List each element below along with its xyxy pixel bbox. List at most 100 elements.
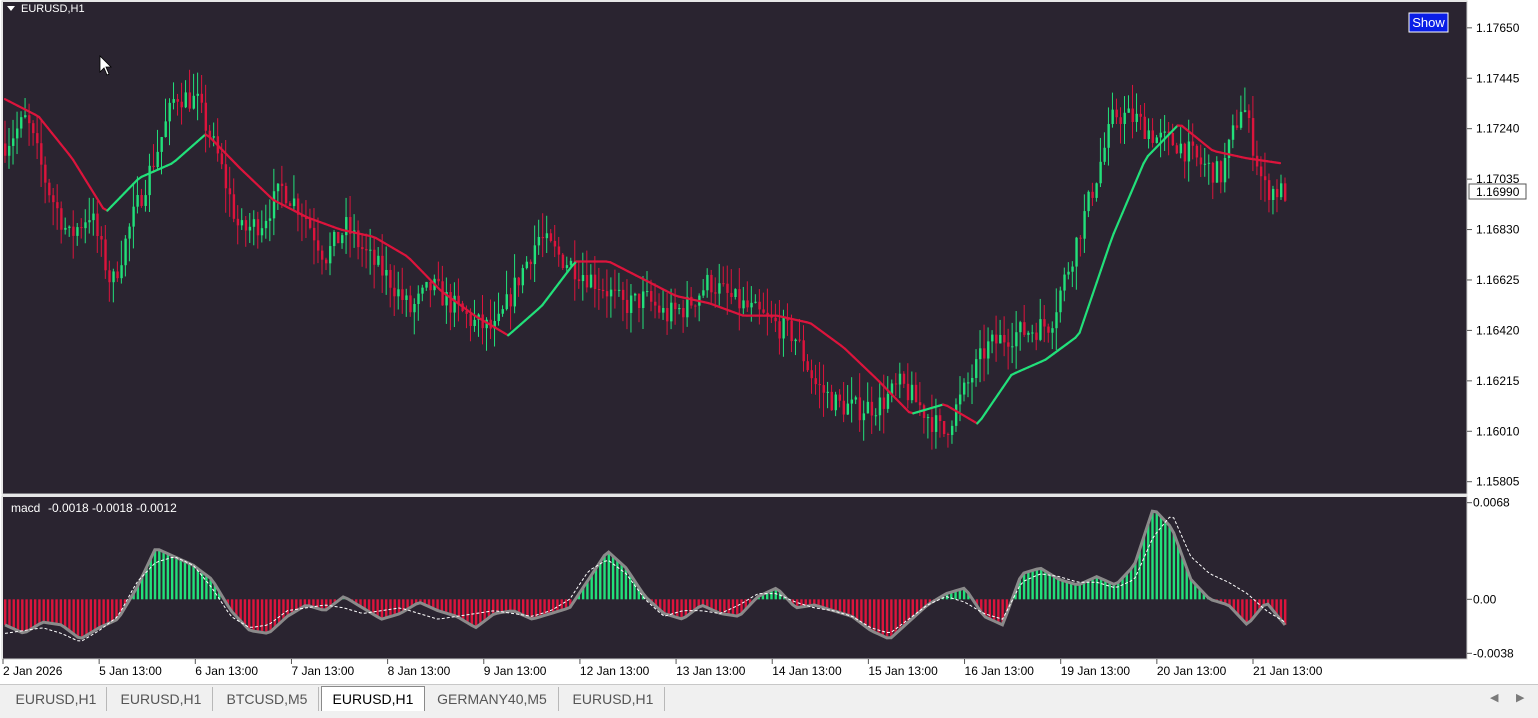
candle-body [1075,238,1077,267]
tab-eurusd-h1-active[interactable]: EURUSD,H1 [321,686,425,711]
scroll-right-icon[interactable]: ▶ [1516,691,1524,704]
candle-body [722,283,724,284]
macd-bar [394,599,396,615]
candle-body [847,404,849,415]
candle-body [987,341,989,358]
candle-body [514,278,516,307]
candle-body [1087,192,1089,211]
scroll-left-icon[interactable]: ◀ [1490,691,1498,704]
candle-body [991,335,993,342]
macd-bar [1151,511,1153,599]
show-button[interactable]: Show [1409,13,1448,32]
tab-eurusd-h1-2[interactable]: EURUSD,H1 [110,687,213,711]
candle-body [68,227,70,228]
macd-bar [1079,584,1081,599]
candle-body [935,415,937,432]
macd-bar [835,599,837,611]
macd-bar [175,558,177,600]
macd-bar [989,599,991,619]
time-tick-label: 15 Jan 13:00 [868,664,938,678]
candle-body [373,250,375,265]
macd-bar [13,599,15,628]
candle-body [1164,132,1166,133]
macd-bar [381,599,383,619]
macd-bar [1091,579,1093,600]
candle-body [1051,328,1053,333]
time-tick-label: 5 Jan 13:00 [99,664,162,678]
candle-body [502,309,504,314]
candle-body [654,302,656,306]
candle-body [979,348,981,359]
macd-bar [167,554,169,600]
tab-btcusd-m5[interactable]: BTCUSD,M5 [216,687,319,711]
candle-body [437,279,439,281]
candle-body [646,291,648,292]
candle-body [1248,110,1250,118]
time-tick-label: 8 Jan 13:00 [388,664,451,678]
candle-body [1160,133,1162,138]
candle-body [1111,110,1113,124]
candle-body [670,303,672,322]
candle-body [887,394,889,409]
tab-eurusd-h1-1[interactable]: EURUSD,H1 [6,687,107,711]
candle-body [554,241,556,247]
time-tick-label: 14 Jan 13:00 [772,664,842,678]
candle-body [923,405,925,418]
candle-body [726,284,728,293]
candle-body [265,221,267,228]
macd-bar [1053,576,1055,599]
candle-body [389,270,391,288]
tab-germany40-m5[interactable]: GERMANY40,M5 [426,687,559,711]
candle-body [293,198,295,206]
candle-body [586,275,588,287]
candle-body [606,291,608,296]
candle-body [473,320,475,326]
macd-bar [1036,569,1038,599]
time-tick-label: 19 Jan 13:00 [1061,664,1131,678]
macd-bar [64,599,66,627]
tab-eurusd-h1-3[interactable]: EURUSD,H1 [562,687,665,711]
candle-body [132,207,134,227]
macd-bar [1117,583,1119,600]
macd-bar [676,599,678,617]
macd-bar [77,599,79,637]
candle-body [811,370,813,378]
candle-body [329,246,331,263]
macd-bar [94,599,96,630]
candle-body [1079,238,1081,239]
macd-bar [552,599,554,613]
candle-body [16,129,18,139]
macd-bar [864,599,866,626]
macd-bar [680,599,682,619]
macd-bar [1164,521,1166,599]
candle-body [871,402,873,416]
candle-body [88,220,90,222]
macd-bar [719,599,721,613]
macd-bar [1104,580,1106,599]
candle-body [766,313,768,315]
candle-body [413,304,415,312]
candle-body [939,415,941,421]
chart-area[interactable]: 1.176501.174451.172401.170351.168301.166… [0,0,1538,684]
candle-body [112,271,114,282]
candle-body [1216,161,1218,182]
candle-body [245,220,247,230]
macd-bar [625,568,627,600]
candle-body [634,294,636,296]
candle-body [177,99,179,102]
candle-body [630,296,632,313]
candle-body [201,94,203,103]
candle-body [959,395,961,405]
candle-body [313,228,315,240]
macd-bar [111,599,113,622]
candle-body [843,401,845,415]
macd-bar [1066,582,1068,600]
macd-bar [441,599,443,611]
candle-body [778,321,780,338]
candle-body [738,289,740,308]
candle-body [598,289,600,290]
candle-body [369,250,371,251]
macd-bar [997,599,999,623]
candle-body [802,340,804,361]
candle-body [662,308,664,313]
